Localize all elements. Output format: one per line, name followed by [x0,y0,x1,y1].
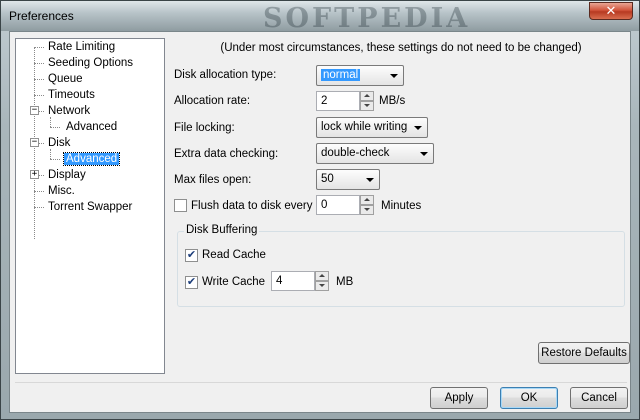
tree-connector [50,159,60,160]
read-cache-label[interactable]: Read Cache [202,249,266,261]
close-button[interactable]: ✕ [589,2,633,20]
tree-item-timeouts[interactable]: Timeouts [46,87,97,103]
tree-item-queue[interactable]: Queue [46,71,85,87]
tree-item-label: Misc. [48,185,75,197]
cancel-button[interactable]: Cancel [570,387,628,409]
title-bar[interactable]: Preferences SOFTPEDIA ✕ [1,1,639,34]
restore-defaults-button[interactable]: Restore Defaults [538,342,630,364]
tree-connector [34,47,44,48]
tree-item-disk[interactable]: Disk [46,135,72,151]
disk-buffering-group: Disk Buffering ✔ Read Cache ✔ Write Cach… [177,224,625,307]
check-icon: ✔ [186,276,197,288]
tree-item-label: Seeding Options [48,57,134,69]
close-icon: ✕ [605,3,617,18]
max-files-label: Max files open: [174,174,252,186]
settings-note: (Under most circumstances, these setting… [220,42,582,54]
chevron-down-icon [420,152,428,156]
tree-item-network-advanced[interactable]: Advanced [64,119,119,135]
allocation-rate-stepper[interactable] [360,91,374,111]
write-cache-size-stepper[interactable] [315,271,329,291]
tree-connector [34,79,44,80]
tree-item-label: Advanced [66,121,118,133]
write-cache-size-unit: MB [336,276,354,288]
spin-down-icon[interactable] [360,101,374,111]
allocation-type-label: Disk allocation type: [174,69,277,81]
collapse-icon[interactable]: − [30,138,39,147]
write-cache-size-value: 4 [276,275,283,287]
chevron-down-icon [390,74,398,78]
extra-checking-label: Extra data checking: [174,148,279,160]
allocation-rate-value: 2 [321,95,328,107]
tree-item-misc[interactable]: Misc. [46,183,77,199]
chevron-down-icon [366,178,374,182]
tree-connector [34,63,44,64]
allocation-rate-label: Allocation rate: [174,95,251,107]
preferences-window: Preferences SOFTPEDIA ✕ Rate Limiting Se… [0,0,640,420]
tree-item-seeding-options[interactable]: Seeding Options [46,55,135,71]
tree-connector [34,95,44,96]
flush-interval-input[interactable]: 0 [316,195,360,215]
file-locking-value: lock while writing [321,121,408,133]
allocation-rate-input[interactable]: 2 [316,91,360,111]
tree-item-disk-advanced[interactable]: Advanced [62,151,121,167]
check-icon: ✔ [186,249,197,261]
apply-button[interactable]: Apply [430,387,488,409]
spin-down-icon[interactable] [315,281,329,291]
allocation-type-select[interactable]: normal [316,65,404,86]
spin-up-icon[interactable] [315,271,329,281]
spin-down-icon[interactable] [360,205,374,215]
spin-up-icon[interactable] [360,195,374,205]
category-tree[interactable]: Rate Limiting Seeding Options Queue Time… [15,38,165,374]
allocation-rate-unit: MB/s [379,95,406,107]
spin-up-icon[interactable] [360,91,374,101]
flush-interval-value: 0 [321,199,328,211]
max-files-value: 50 [321,173,334,185]
write-cache-size-input[interactable]: 4 [271,271,315,291]
extra-checking-value: double-check [321,147,390,159]
flush-interval-unit: Minutes [381,200,422,212]
extra-checking-select[interactable]: double-check [316,143,434,164]
window-title: Preferences [9,9,74,23]
tree-item-label: Torrent Swapper [48,201,133,213]
write-cache-label[interactable]: Write Cache [202,276,265,288]
dialog-client-area: Rate Limiting Seeding Options Queue Time… [9,31,631,413]
tree-item-display[interactable]: Display [46,167,88,183]
tree-item-label: Timeouts [48,89,95,101]
tree-connector [50,127,60,128]
tree-item-label: Queue [48,73,83,85]
allocation-type-value: normal [321,69,361,81]
tree-item-label: Display [48,169,86,181]
expand-icon[interactable]: + [30,170,39,179]
tree-item-network[interactable]: Network [46,103,92,119]
disk-buffering-title: Disk Buffering [184,224,260,236]
collapse-icon[interactable]: − [30,106,39,115]
tree-connector [34,207,44,208]
ok-button[interactable]: OK [500,387,558,409]
tree-item-torrent-swapper[interactable]: Torrent Swapper [46,199,134,215]
tree-connector [34,191,44,192]
tree-item-label: Disk [48,137,71,149]
max-files-select[interactable]: 50 [316,169,380,190]
file-locking-select[interactable]: lock while writing [316,117,428,138]
chevron-down-icon [414,126,422,130]
watermark: SOFTPEDIA [263,3,471,34]
flush-checkbox[interactable] [174,199,187,212]
read-cache-checkbox[interactable]: ✔ [185,249,198,262]
settings-panel: (Under most circumstances, these setting… [174,38,630,374]
tree-item-label: Rate Limiting [48,41,116,53]
tree-item-label: Network [48,105,91,117]
file-locking-label: File locking: [174,122,235,134]
flush-label[interactable]: Flush data to disk every [191,200,312,212]
tree-item-rate-limiting[interactable]: Rate Limiting [46,39,117,55]
button-separator [15,382,627,383]
tree-item-label: Advanced [62,152,121,166]
write-cache-checkbox[interactable]: ✔ [185,276,198,289]
flush-interval-stepper[interactable] [360,195,374,215]
